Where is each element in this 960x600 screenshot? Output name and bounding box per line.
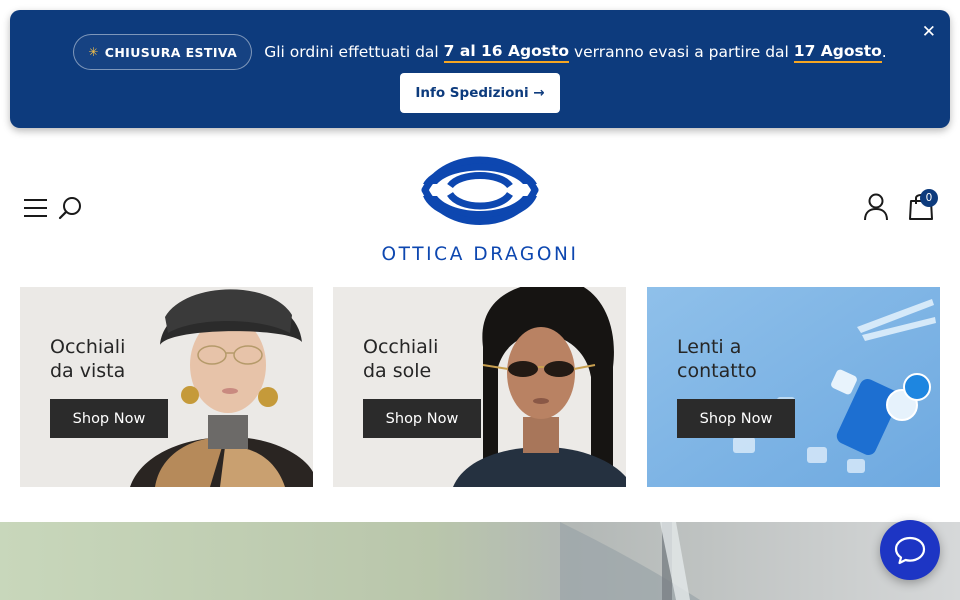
category-tile-contact-lenses[interactable]: Lenti a contatto Shop Now	[647, 287, 940, 487]
tile-title-line2: contatto	[677, 360, 757, 382]
closure-badge-label: CHIUSURA ESTIVA	[104, 44, 238, 60]
contact-lenses-image	[647, 287, 940, 487]
announcement-message: ✳ CHIUSURA ESTIVA Gli ordini effettuati …	[10, 34, 950, 70]
eyeglasses-model-image	[20, 287, 313, 487]
close-icon[interactable]: ✕	[922, 22, 936, 42]
shop-now-button[interactable]: Shop Now	[50, 399, 168, 438]
shop-now-button[interactable]: Shop Now	[677, 399, 795, 438]
sparkle-icon: ✳	[88, 45, 99, 59]
announcement-dates: 7 al 16 Agosto	[443, 42, 570, 63]
search-icon[interactable]	[57, 196, 83, 222]
tile-title-line1: Lenti a	[677, 336, 742, 358]
tile-title-line1: Occhiali	[363, 336, 439, 358]
tile-title: Occhiali da vista	[50, 335, 125, 383]
category-tile-sunglasses[interactable]: Occhiali da sole Shop Now	[333, 287, 626, 487]
tile-title: Lenti a contatto	[677, 335, 757, 383]
chat-bubble-icon[interactable]	[880, 520, 940, 580]
brand-logo[interactable]: OTTICA DRAGONI	[375, 150, 585, 266]
announcement-text-middle: verranno evasi a partire dal	[569, 43, 794, 61]
tile-title-line2: da vista	[50, 360, 126, 382]
user-icon[interactable]	[863, 193, 889, 221]
tile-title-line1: Occhiali	[50, 336, 126, 358]
announcement-text-before: Gli ordini effettuati dal	[264, 43, 444, 61]
category-tile-eyeglasses[interactable]: Occhiali da vista Shop Now	[20, 287, 313, 487]
announcement-resume-date: 17 Agosto	[793, 42, 882, 63]
cart-count-badge: 0	[920, 189, 938, 207]
hamburger-menu-icon[interactable]	[24, 198, 47, 218]
logo-wordmark: OTTICA DRAGONI	[381, 244, 579, 265]
shop-now-button[interactable]: Shop Now	[363, 399, 481, 438]
closure-badge: ✳ CHIUSURA ESTIVA	[73, 34, 253, 70]
eye-logo-mark	[421, 156, 539, 225]
info-shipping-button[interactable]: Info Spedizioni →	[400, 73, 560, 113]
announcement-text-after: .	[881, 43, 887, 61]
announcement-bar: ✳ CHIUSURA ESTIVA Gli ordini effettuati …	[10, 10, 950, 128]
sunglasses-model-image	[333, 287, 626, 487]
tile-title-line2: da sole	[363, 360, 432, 382]
hero-banner-image	[0, 522, 960, 600]
tile-title: Occhiali da sole	[363, 335, 438, 383]
